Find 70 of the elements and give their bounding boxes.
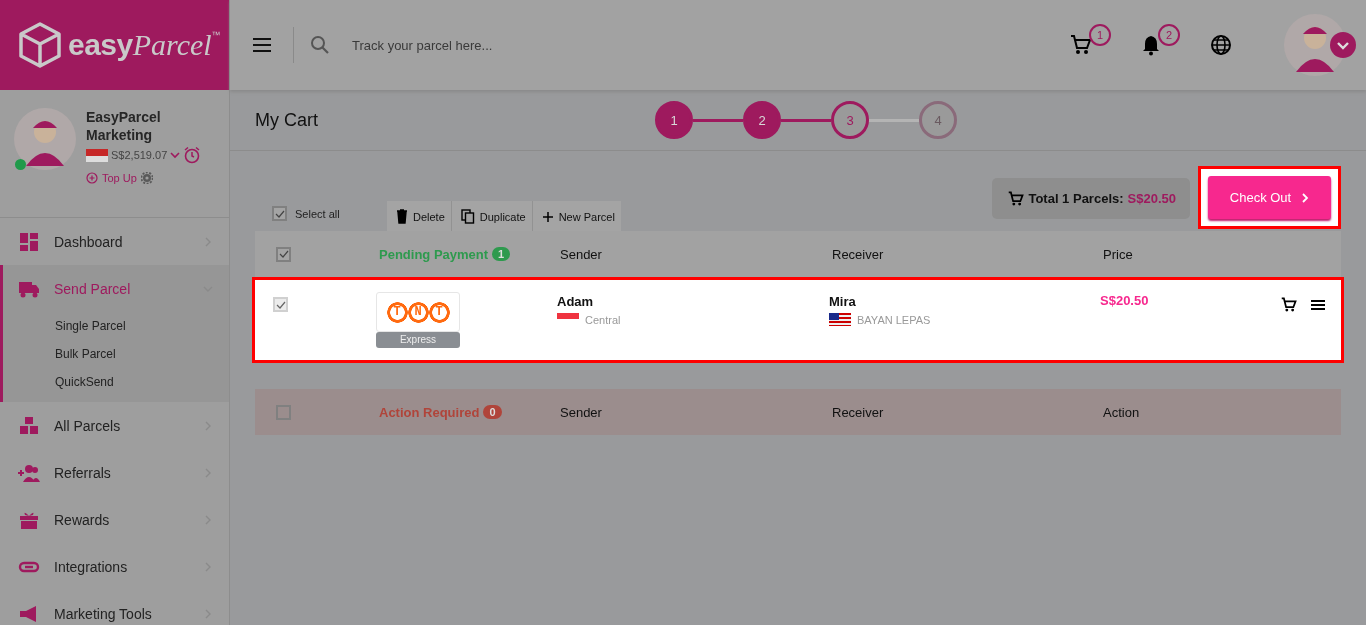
column-header: Sender (560, 404, 603, 420)
settings-icon[interactable] (140, 172, 153, 184)
checkbox[interactable] (276, 246, 291, 262)
trash-icon (396, 209, 408, 224)
page-title: My Cart (255, 109, 319, 131)
boxes-icon (18, 415, 40, 436)
checkbox[interactable] (272, 206, 287, 221)
total-label: Total 1 Parcels: (1028, 191, 1124, 206)
sidebar-item[interactable]: Rewards (0, 496, 229, 543)
people-icon (18, 462, 40, 483)
receiver-area: BAYAN LEPAS (857, 313, 931, 326)
select-all-label[interactable]: Select all (295, 207, 340, 220)
column-header: Sender (560, 246, 603, 262)
flag-icon (86, 148, 108, 162)
sidebar-item[interactable]: Dashboard (0, 218, 229, 265)
menu-icon[interactable] (1311, 299, 1325, 311)
price: S$20.50 (1100, 293, 1150, 310)
cart-icon (1008, 190, 1025, 207)
column-header: Receiver (832, 404, 885, 420)
sidebar-subitem[interactable]: QuickSend (3, 368, 229, 396)
service-badge: Express (376, 332, 460, 348)
sidebar-item[interactable]: Referrals (0, 449, 229, 496)
sidebar-item[interactable]: All Parcels (0, 402, 229, 449)
column-header: Price (1103, 246, 1134, 262)
menu-icon[interactable] (252, 37, 272, 53)
step-connector (693, 118, 743, 122)
sidebar-subitem[interactable]: Single Parcel (3, 312, 229, 340)
copy-icon (460, 209, 475, 224)
sidebar-subitem[interactable]: Bulk Parcel (3, 340, 229, 368)
cart-icon[interactable] (1281, 297, 1297, 313)
dashboard-icon (18, 231, 40, 252)
chevron-down-icon[interactable] (170, 151, 181, 159)
step-circle: 4 (919, 101, 957, 139)
step-circle: 2 (743, 101, 781, 139)
chevron-right-icon (1301, 192, 1310, 203)
sidebar-item[interactable]: Integrations (0, 543, 229, 590)
flag-icon (829, 313, 851, 326)
bell-icon[interactable] (1141, 34, 1161, 56)
total-amount: S$20.50 (1127, 191, 1176, 206)
group-title: Pending Payment (379, 246, 489, 262)
plus-circle-icon[interactable] (86, 172, 98, 184)
search-icon (310, 35, 330, 55)
cart-icon[interactable] (1070, 34, 1092, 56)
plus-icon (541, 210, 554, 223)
account-name: EasyParcel Marketing (86, 108, 162, 144)
alarm-clock-icon[interactable] (183, 146, 202, 164)
step-connector (781, 118, 831, 122)
sidebar-item[interactable]: Marketing Tools (0, 590, 229, 625)
step-circle: 3 (831, 101, 869, 139)
sender-area: Central (585, 313, 621, 326)
checkbox[interactable] (276, 404, 291, 420)
balance: S$2,519.07 (111, 149, 168, 161)
column-header: Action (1103, 404, 1141, 420)
box-logo-icon (18, 21, 62, 69)
dropdown-icon[interactable] (1330, 32, 1356, 58)
count-badge: 1 (492, 247, 511, 261)
cart-count: 1 (1089, 24, 1111, 46)
sender-name: Adam (557, 294, 595, 309)
delete-button[interactable]: Delete (387, 201, 452, 231)
checkout-button[interactable]: Check Out (1208, 176, 1331, 219)
globe-icon[interactable] (1210, 34, 1232, 56)
column-header: Receiver (832, 246, 885, 262)
notification-count: 2 (1158, 24, 1180, 46)
step-circle: 1 (655, 101, 693, 139)
logo-text: easyParcel$^{™}$ (68, 28, 221, 62)
count-badge: 0 (483, 405, 502, 419)
receiver-name: Mira (829, 294, 857, 309)
group-title: Action Required (379, 404, 480, 420)
search-field[interactable]: Track your parcel here... (350, 36, 654, 54)
avatar-icon (14, 108, 76, 170)
